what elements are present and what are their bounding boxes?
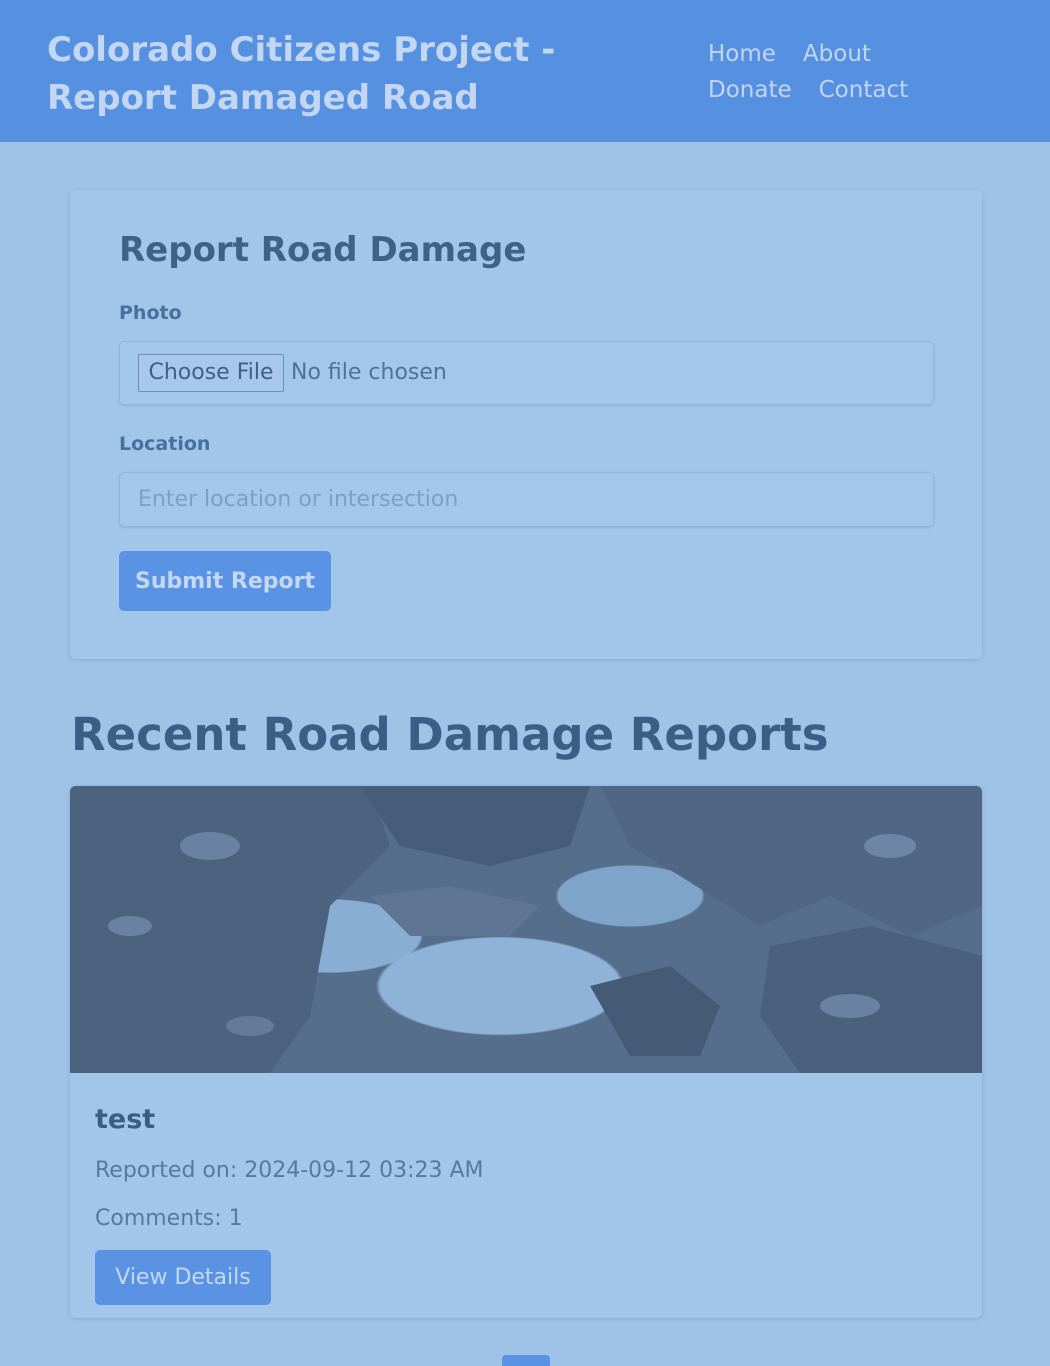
photo-label: Photo <box>119 302 182 324</box>
form-title: Report Road Damage <box>119 230 527 270</box>
site-title: Colorado Citizens Project - Report Damag… <box>47 30 556 118</box>
location-label: Location <box>119 433 211 455</box>
pothole-photo-graphic <box>70 786 982 1073</box>
report-comments-count: Comments: 1 <box>95 1206 243 1231</box>
site-header: Colorado Citizens Project - Report Damag… <box>0 0 1050 142</box>
report-card: test Reported on: 2024-09-12 03:23 AM Co… <box>70 786 982 1318</box>
file-status-text: No file chosen <box>291 360 447 385</box>
nav-contact-link[interactable]: Contact <box>819 72 908 108</box>
main-nav: Home About Donate Contact <box>708 36 1008 108</box>
photo-file-input[interactable]: Choose File No file chosen <box>119 341 934 405</box>
location-input[interactable] <box>119 472 934 527</box>
view-details-button[interactable]: View Details <box>95 1250 271 1305</box>
nav-donate-link[interactable]: Donate <box>708 72 792 108</box>
nav-about-link[interactable]: About <box>803 36 871 72</box>
report-name: test <box>95 1104 156 1135</box>
report-date: Reported on: 2024-09-12 03:23 AM <box>95 1158 484 1183</box>
choose-file-button[interactable]: Choose File <box>138 354 284 392</box>
nav-home-link[interactable]: Home <box>708 36 776 72</box>
submit-report-button[interactable]: Submit Report <box>119 551 331 611</box>
pagination-button[interactable] <box>502 1355 550 1366</box>
recent-reports-title: Recent Road Damage Reports <box>71 708 829 761</box>
pothole-photo-image <box>70 786 982 1073</box>
